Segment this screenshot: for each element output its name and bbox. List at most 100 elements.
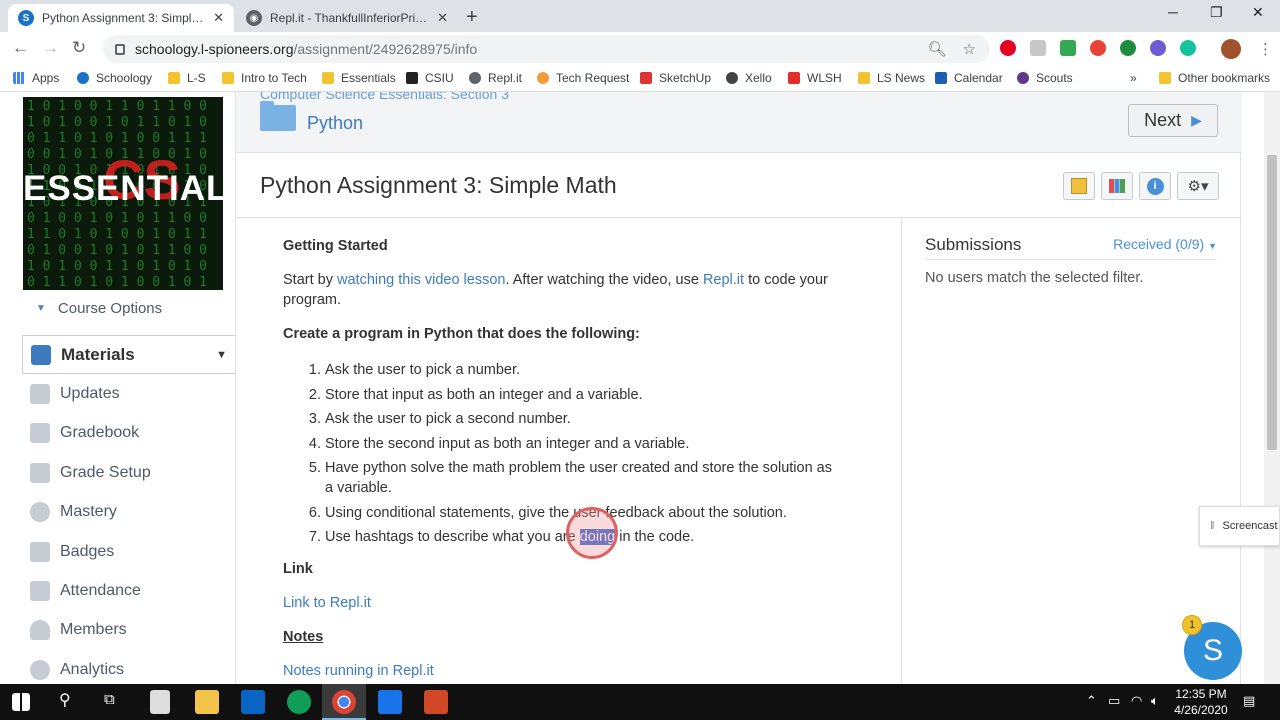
zoom-icon[interactable]: 🔍︎ [928, 40, 947, 58]
divider [925, 259, 1217, 260]
gear-icon[interactable]: ⚙▾ [1177, 172, 1219, 200]
bookmarks-bar: Apps Schoology L-S Intro to Tech Essenti… [0, 66, 1280, 92]
power-icon[interactable]: ▭ [1108, 693, 1120, 709]
folder-icon [322, 72, 334, 84]
calculator-icon[interactable] [150, 690, 170, 714]
search-icon[interactable]: ⚲ [59, 690, 71, 710]
info-icon[interactable]: i [1139, 172, 1171, 200]
tab-schoology[interactable]: S Python Assignment 3: Simple Ma ✕ [8, 4, 234, 32]
bookmark-sketchup[interactable]: SketchUp [640, 71, 711, 85]
url-path: /assignment/2492628975/info [293, 41, 478, 57]
left-sidebar: 1 0 1 0 0 1 1 0 1 1 0 0 1 0 1 0 0 1 0 1 … [0, 92, 235, 684]
breadcrumb-folder[interactable]: Python [307, 113, 363, 134]
bookmark-wlsh[interactable]: WLSH [788, 71, 842, 85]
statistics-icon[interactable] [1101, 172, 1133, 200]
tray-chevron-icon[interactable]: ⌃ [1086, 693, 1097, 709]
sidebar-item-analytics[interactable]: Analytics [22, 650, 235, 684]
sidebar-item-members[interactable]: Members [22, 611, 235, 650]
extension-icon[interactable] [1030, 40, 1046, 56]
sidebar-item-grade-setup[interactable]: Grade Setup [22, 453, 235, 492]
bookmark-csiu[interactable]: CSIU [406, 71, 454, 85]
system-clock[interactable]: 12:35 PM 4/26/2020 [1168, 686, 1234, 718]
star-icon[interactable]: ☆ [963, 40, 976, 58]
reload-icon[interactable]: ↻ [72, 38, 86, 58]
forward-icon[interactable]: → [42, 38, 59, 58]
notifications-icon[interactable]: ▤ [1243, 693, 1255, 709]
file-explorer-icon[interactable] [195, 690, 219, 714]
submissions-filter[interactable]: Received (0/9) ▼ [1113, 236, 1217, 252]
sidebar-item-gradebook[interactable]: Gradebook [22, 414, 235, 453]
mastery-icon [30, 502, 50, 523]
breadcrumb: Computer Science Essentials: Section 3 P… [236, 92, 1242, 153]
minimize-icon[interactable]: ─ [1168, 4, 1178, 20]
notes-heading: Notes [283, 629, 324, 645]
hangouts-icon[interactable] [287, 690, 311, 714]
chrome-icon[interactable] [332, 690, 356, 714]
sidebar-item-mastery[interactable]: Mastery [22, 493, 235, 532]
bookmark-scouts[interactable]: Scouts [1017, 71, 1073, 85]
caret-down-icon[interactable]: ▼ [216, 349, 227, 361]
sidebar-item-attendance[interactable]: Attendance [22, 571, 235, 610]
tab-replit[interactable]: ◉ Repl.it - ThankfullInferiorPriority ✕ [236, 4, 458, 32]
back-icon[interactable]: ← [12, 38, 29, 58]
next-button[interactable]: Next ▶ [1128, 104, 1218, 137]
close-window-icon[interactable]: ✕ [1252, 4, 1264, 21]
pinterest-icon[interactable] [1000, 40, 1016, 56]
grade-setup-icon [30, 462, 50, 483]
list-item: Have python solve the math problem the u… [325, 458, 843, 498]
sidebar-item-updates[interactable]: Updates [22, 374, 235, 413]
caret-down-icon: ▼ [1208, 241, 1217, 251]
course-options-toggle[interactable]: ▼ Course Options [36, 300, 162, 317]
bookmark-folder[interactable]: L-S [168, 71, 206, 85]
notes-link[interactable]: Notes running in Repl.it [283, 661, 843, 681]
extension-icon[interactable] [1150, 40, 1166, 56]
close-tab-icon[interactable]: ✕ [437, 10, 448, 26]
maximize-icon[interactable]: ❐ [1210, 4, 1223, 21]
bookmark-xello[interactable]: Xello [726, 71, 772, 85]
bookmark-folder[interactable]: Essentials [322, 71, 396, 85]
address-bar[interactable]: schoology.l-spioneers.org/assignment/249… [103, 35, 990, 63]
extension-icon[interactable] [1120, 40, 1136, 56]
task-view-icon[interactable]: ⧉ [104, 691, 115, 708]
bookmark-folder[interactable]: Intro to Tech [222, 71, 307, 85]
menu-icon[interactable]: ⋮ [1258, 40, 1273, 58]
drive-icon[interactable] [378, 690, 402, 714]
xello-icon [726, 72, 738, 84]
breadcrumb-course[interactable]: Computer Science Essentials: Section 3 [260, 92, 509, 102]
main-content: Computer Science Essentials: Section 3 P… [235, 92, 1242, 684]
sidebar-item-materials[interactable]: Materials ▼ [22, 335, 235, 375]
divider [236, 217, 1242, 218]
folder-icon [222, 72, 234, 84]
extension-icon[interactable] [1060, 40, 1076, 56]
windows-start-icon[interactable] [12, 693, 30, 711]
extension-icon[interactable] [1090, 40, 1106, 56]
wifi-icon[interactable]: ◠ [1131, 693, 1142, 709]
sketchup-icon [640, 72, 652, 84]
bookmark-folder[interactable]: LS News [858, 71, 925, 85]
other-bookmarks[interactable]: Other bookmarks [1159, 71, 1270, 85]
new-tab-icon[interactable]: + [466, 6, 478, 29]
close-tab-icon[interactable]: ✕ [213, 10, 224, 26]
bookmark-replit[interactable]: Repl.it [469, 71, 522, 85]
bookmark-schoology[interactable]: Schoology [77, 71, 152, 85]
sidebar-item-badges[interactable]: Badges [22, 532, 235, 571]
bookmark-apps[interactable]: Apps [13, 71, 59, 85]
screencast-widget[interactable]: ‖ Screencast [1199, 506, 1280, 546]
assignment-body: Getting Started Start by watching this v… [283, 236, 843, 681]
bookmarks-overflow-icon[interactable]: » [1130, 71, 1137, 85]
replit-link[interactable]: Link to Repl.it [283, 593, 843, 613]
scrollbar-thumb[interactable] [1267, 155, 1277, 450]
link-heading: Link [283, 561, 313, 577]
bookmark-calendar[interactable]: Calendar [935, 71, 1003, 85]
edit-icon[interactable] [1063, 172, 1095, 200]
volume-icon[interactable]: 🔈︎ [1151, 693, 1159, 709]
avatar[interactable] [1221, 39, 1241, 59]
outlook-icon[interactable] [241, 690, 265, 714]
powerpoint-icon[interactable] [424, 690, 448, 714]
video-lesson-link[interactable]: watching this video lesson [337, 272, 505, 288]
attendance-icon [30, 581, 50, 602]
grammarly-icon[interactable] [1180, 40, 1196, 56]
arrow-right-icon: ▶ [1191, 112, 1202, 128]
replit-link[interactable]: Repl.it [703, 272, 744, 288]
bookmark-tech-request[interactable]: Tech Request [537, 71, 629, 85]
